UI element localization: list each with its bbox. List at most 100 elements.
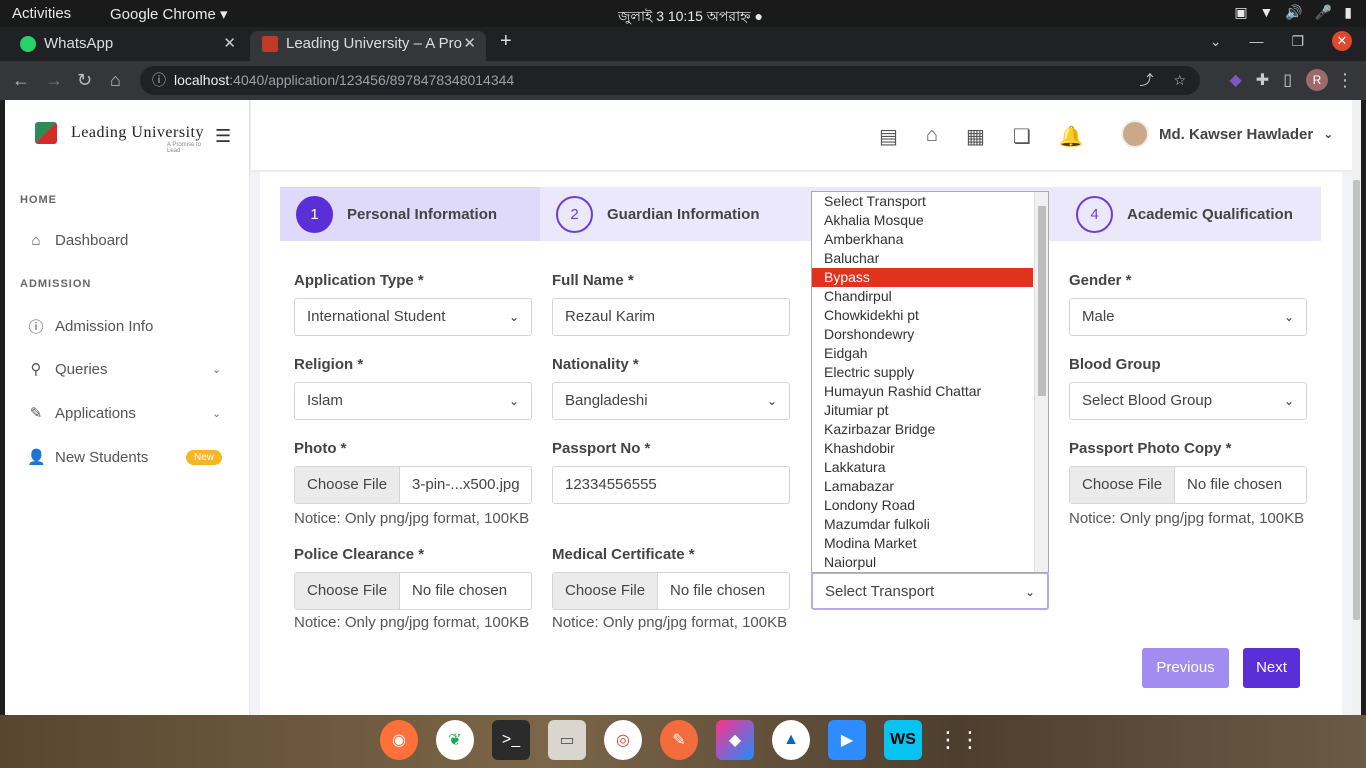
sidebar-item-dashboard[interactable]: ⌂ Dashboard: [27, 232, 128, 249]
transport-option[interactable]: Lamabazar: [812, 477, 1048, 496]
transport-option[interactable]: Humayun Rashid Chattar: [812, 382, 1048, 401]
sidebar-item-new-students[interactable]: 👤 New Students New: [27, 448, 247, 466]
transport-option[interactable]: Chandirpul: [812, 287, 1048, 306]
maximize-icon[interactable]: ❐: [1291, 33, 1304, 50]
zoom-tray-icon[interactable]: ▣: [1234, 4, 1247, 21]
transport-option[interactable]: Akhalia Mosque: [812, 211, 1048, 230]
step-academic-qualification[interactable]: 4 Academic Qualification: [1076, 187, 1293, 241]
extension-icon[interactable]: ◆: [1229, 70, 1241, 90]
transport-option[interactable]: Jitumiar pt: [812, 401, 1048, 420]
previous-button[interactable]: Previous: [1142, 648, 1229, 688]
tab-whatsapp[interactable]: WhatsApp ✕: [8, 31, 246, 61]
choose-file-button[interactable]: Choose File: [295, 573, 401, 609]
transport-option[interactable]: Londony Road: [812, 496, 1048, 515]
sidebar-item-queries[interactable]: ⚲ Queries ⌄: [27, 360, 247, 379]
grid-icon[interactable]: ▦: [966, 124, 985, 149]
transport-option[interactable]: Electric supply: [812, 363, 1048, 382]
battery-icon[interactable]: ▮: [1344, 4, 1352, 21]
passport-copy-file-input[interactable]: Choose File No file chosen: [1069, 466, 1307, 504]
site-info-icon[interactable]: ⓘ: [152, 66, 166, 95]
brand-logo[interactable]: Leading University A Promise to Lead: [35, 122, 204, 154]
sidebar-item-admission-info[interactable]: ⓘ Admission Info: [27, 316, 153, 337]
app-menu[interactable]: Google Chrome ▾: [110, 5, 228, 23]
dropdown-scrollbar[interactable]: [1034, 192, 1048, 572]
zoom-icon[interactable]: ▶: [828, 720, 866, 760]
jetbrains-icon[interactable]: ◆: [716, 720, 754, 760]
transport-dropdown-list[interactable]: Select Transport Akhalia Mosque Amberkhana…: [811, 191, 1049, 573]
police-clearance-file-input[interactable]: Choose File No file chosen: [294, 572, 532, 610]
nationality-select[interactable]: Bangladeshi ⌄: [552, 382, 790, 420]
app-grid-icon[interactable]: ⋮⋮: [937, 720, 981, 760]
bookmark-star-icon[interactable]: ☆: [1173, 66, 1186, 95]
scrollbar-thumb[interactable]: [1353, 180, 1360, 620]
transport-option[interactable]: Chowkidekhi pt: [812, 306, 1048, 325]
tab-search-icon[interactable]: ⌄: [1210, 33, 1222, 50]
step-personal-information[interactable]: 1 Personal Information: [280, 187, 540, 241]
share-icon[interactable]: ⤴: [1139, 66, 1153, 95]
choose-file-button[interactable]: Choose File: [295, 467, 401, 503]
user-menu[interactable]: Md. Kawser Hawlader ⌄: [1121, 120, 1333, 148]
home-icon[interactable]: ⌂: [110, 70, 121, 91]
close-tab-icon[interactable]: ✕: [223, 31, 236, 57]
transport-option[interactable]: Mazumdar fulkoli: [812, 515, 1048, 534]
choose-file-button[interactable]: Choose File: [553, 573, 659, 609]
reload-icon[interactable]: ↻: [77, 70, 92, 91]
network-icon[interactable]: ▼: [1260, 4, 1274, 21]
inkscape-icon[interactable]: ▲: [772, 720, 810, 760]
activities-button[interactable]: Activities: [12, 5, 71, 22]
transport-option[interactable]: Amberkhana: [812, 230, 1048, 249]
gender-select[interactable]: Male ⌄: [1069, 298, 1307, 336]
transport-select[interactable]: Select Transport ⌄: [811, 572, 1049, 610]
sidebar-item-applications[interactable]: ✎ Applications ⌄: [27, 404, 247, 423]
clock[interactable]: জুলাই 3 10:15 অপরাহ্ন ●: [618, 5, 763, 29]
medical-certificate-file-input[interactable]: Choose File No file chosen: [552, 572, 790, 610]
tab-leading-university[interactable]: Leading University – A Pro ✕: [250, 31, 486, 61]
hamburger-menu-icon[interactable]: ☰: [215, 126, 231, 147]
blood-group-select[interactable]: Select Blood Group ⌄: [1069, 382, 1307, 420]
transport-option[interactable]: Dorshondewry: [812, 325, 1048, 344]
choose-file-button[interactable]: Choose File: [1070, 467, 1176, 503]
document-icon[interactable]: ▤: [879, 124, 898, 149]
volume-icon[interactable]: 🔊: [1285, 4, 1302, 21]
system-tray[interactable]: ▣ ▼ 🔊 🎤 ▮: [1234, 4, 1352, 21]
mongodb-icon[interactable]: ❦: [436, 720, 474, 760]
postman-icon[interactable]: ✎: [660, 720, 698, 760]
next-button[interactable]: Next: [1243, 648, 1300, 688]
files-icon[interactable]: ▭: [548, 720, 586, 760]
transport-option[interactable]: Modina Market: [812, 534, 1048, 553]
transport-option[interactable]: Naiorpul: [812, 553, 1048, 572]
page-scrollbar[interactable]: [1352, 100, 1361, 715]
transport-option[interactable]: Bypass: [812, 268, 1033, 287]
transport-option[interactable]: Kazirbazar Bridge: [812, 420, 1048, 439]
bell-icon[interactable]: 🔔: [1059, 124, 1084, 149]
copy-icon[interactable]: ❏: [1013, 124, 1031, 149]
transport-option[interactable]: Select Transport: [812, 192, 1048, 211]
scrollbar-thumb[interactable]: [1038, 206, 1046, 396]
mic-icon[interactable]: 🎤: [1315, 4, 1332, 21]
transport-option[interactable]: Baluchar: [812, 249, 1048, 268]
application-type-select[interactable]: International Student ⌄: [294, 298, 532, 336]
firefox-icon[interactable]: ◉: [380, 720, 418, 760]
omnibox[interactable]: ⓘ localhost:4040/application/123456/8978…: [140, 66, 1200, 95]
profile-avatar[interactable]: R: [1306, 69, 1328, 91]
step-guardian-information[interactable]: 2 Guardian Information: [556, 187, 760, 241]
transport-option[interactable]: Eidgah: [812, 344, 1048, 363]
full-name-input[interactable]: Rezaul Karim: [552, 298, 790, 336]
religion-select[interactable]: Islam ⌄: [294, 382, 532, 420]
webstorm-icon[interactable]: WS: [884, 720, 922, 760]
passport-no-input[interactable]: 12334556555: [552, 466, 790, 504]
terminal-icon[interactable]: >_: [492, 720, 530, 760]
minimize-icon[interactable]: —: [1249, 33, 1263, 49]
new-tab-button[interactable]: +: [500, 30, 512, 53]
bank-icon[interactable]: ⌂: [926, 124, 938, 149]
transport-option[interactable]: Lakkatura: [812, 458, 1048, 477]
chrome-menu-icon[interactable]: ⋮: [1336, 70, 1354, 91]
side-panel-icon[interactable]: ▯: [1283, 70, 1292, 90]
forward-icon[interactable]: →: [45, 70, 63, 91]
close-tab-icon[interactable]: ✕: [463, 31, 476, 57]
back-icon[interactable]: ←: [12, 70, 30, 91]
puzzle-icon[interactable]: ✚: [1256, 70, 1269, 90]
close-window-icon[interactable]: ✕: [1332, 31, 1352, 51]
photo-file-input[interactable]: Choose File 3-pin-...x500.jpg: [294, 466, 532, 504]
chrome-icon[interactable]: ◎: [604, 720, 642, 760]
